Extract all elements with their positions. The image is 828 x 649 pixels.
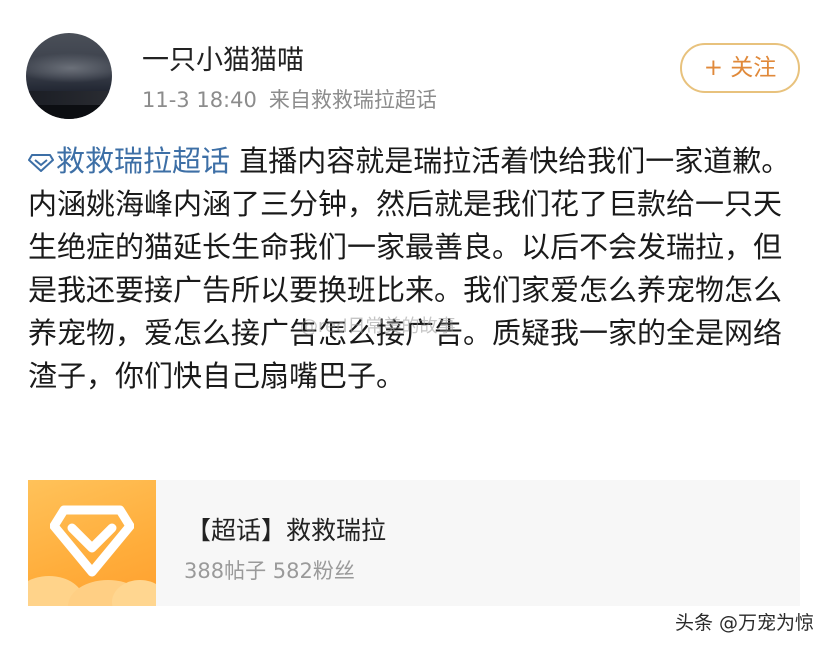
image-watermark: @red日常美的故事 [300,316,456,337]
avatar-cloud [26,53,112,83]
super-topic-diamond-icon [50,505,134,577]
post-header: 一只小猫猫喵 11-3 18:40 来自救救瑞拉超话 + 关注 [0,0,828,120]
post-meta: 11-3 18:40 来自救救瑞拉超话 [142,84,437,114]
username[interactable]: 一只小猫猫喵 [142,38,304,77]
super-topic-icon [28,154,54,172]
post-timestamp: 11-3 18:40 [142,88,257,112]
topic-card-stats: 388帖子 582粉丝 [184,559,355,583]
avatar-skyline [26,91,112,105]
topic-tag-label: 救救瑞拉超话 [56,144,231,178]
follow-button[interactable]: + 关注 [680,43,800,93]
post-body: 救救瑞拉超话 直播内容就是瑞拉活着快给我们一家道歉。内涵姚海峰内涵了三分钟，然后… [28,140,798,398]
avatar-water [26,105,112,119]
post-text: 直播内容就是瑞拉活着快给我们一家道歉。内涵姚海峰内涵了三分钟，然后就是我们花了巨… [28,144,791,393]
topic-card-thumbnail [28,480,156,606]
avatar[interactable] [26,33,112,119]
post-source[interactable]: 来自救救瑞拉超话 [269,88,437,112]
footer-watermark: 头条 @万宠为惊 [674,612,814,634]
topic-card[interactable]: 【超话】救救瑞拉 388帖子 582粉丝 [28,480,800,606]
topic-tag-link[interactable]: 救救瑞拉超话 [28,144,230,178]
topic-card-title: 【超话】救救瑞拉 [186,516,387,545]
